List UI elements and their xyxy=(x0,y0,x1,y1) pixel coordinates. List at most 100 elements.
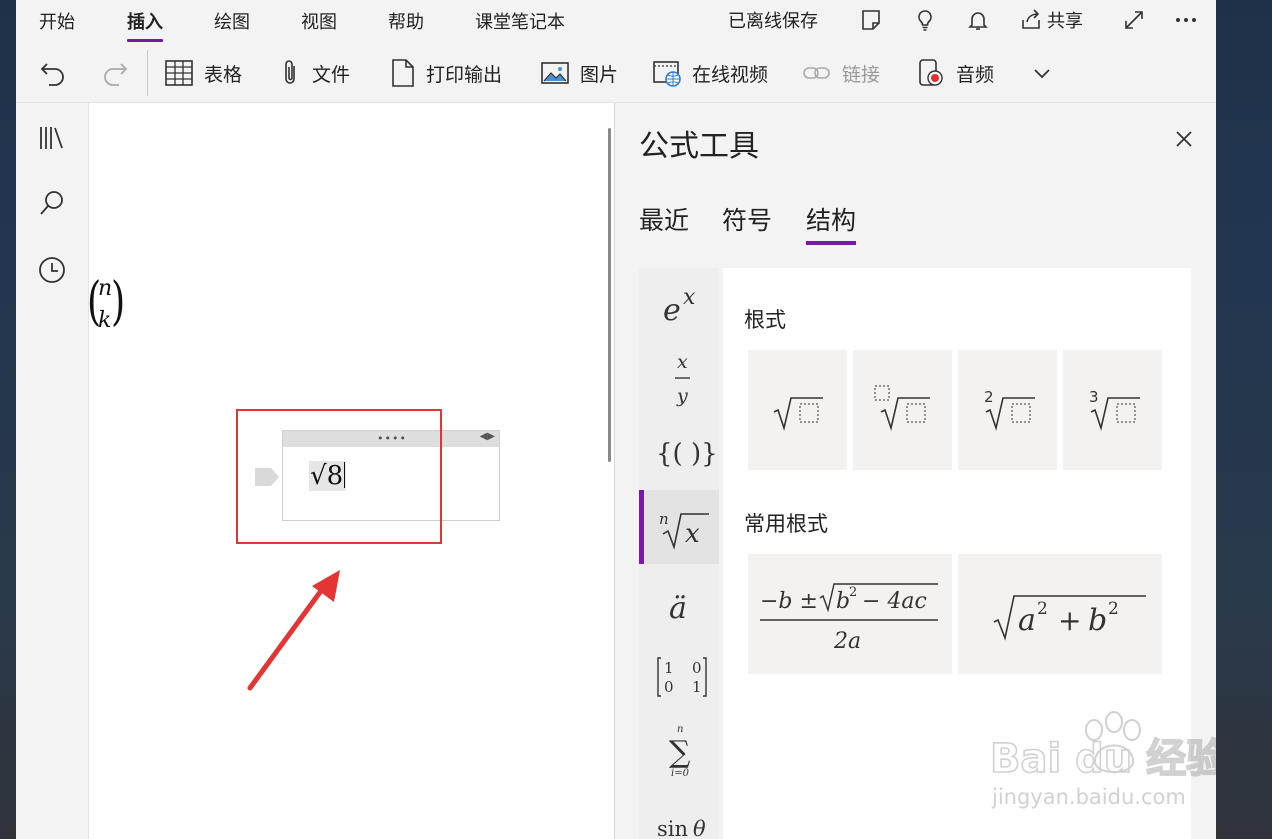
ribbon: 开始 插入 绘图 视图 帮助 课堂笔记本 已离线保存 共享 表格 文件 打印输出… xyxy=(16,0,1216,103)
matrix-icon: 1 0 0 1 xyxy=(657,657,707,697)
page-scrollbar[interactable] xyxy=(608,128,611,462)
radical-cube-root[interactable]: 3 xyxy=(1063,350,1162,470)
category-large-operators[interactable]: n ∑ i=0 xyxy=(639,712,719,786)
share-button[interactable]: 共享 xyxy=(1019,0,1083,40)
binom-bottom: k xyxy=(98,308,112,333)
radical-icon: n x xyxy=(659,510,709,550)
insert-printout-button[interactable]: 打印输出 xyxy=(390,50,502,96)
redo-icon xyxy=(104,63,128,86)
insert-picture-button[interactable]: 图片 xyxy=(540,50,618,96)
undo-icon xyxy=(40,63,64,86)
tab-view[interactable]: 视图 xyxy=(301,8,337,34)
tab-draw[interactable]: 绘图 xyxy=(214,8,250,34)
radical-with-degree[interactable] xyxy=(853,350,952,470)
insert-online-video-button[interactable]: 在线视频 xyxy=(652,50,768,96)
insert-link-button[interactable]: 链接 xyxy=(802,50,880,96)
onenote-window: 开始 插入 绘图 视图 帮助 课堂笔记本 已离线保存 共享 表格 文件 打印输出… xyxy=(16,0,1216,839)
category-accents[interactable]: ä xyxy=(639,564,719,638)
svg-text:−b ±: −b ± xyxy=(760,589,818,614)
radicals-section-title: 根式 xyxy=(744,308,786,332)
lightbulb-icon[interactable] xyxy=(913,0,937,40)
category-fractions[interactable]: x y xyxy=(639,342,719,416)
tab-insert[interactable]: 插入 xyxy=(127,8,163,42)
tab-class-notebook[interactable]: 课堂笔记本 xyxy=(475,8,565,34)
common-radicals-section-title: 常用根式 xyxy=(744,512,828,536)
exponent-icon: e x xyxy=(663,285,696,328)
resize-arrows-icon[interactable]: ◀▶ xyxy=(480,431,495,442)
audio-label: 音频 xyxy=(956,63,995,86)
baidu-watermark: Bai du 经验 jingyan.baidu.com xyxy=(989,711,1216,809)
notebooks-icon[interactable] xyxy=(37,123,67,153)
insert-table-button[interactable]: 表格 xyxy=(164,50,242,96)
more-tools-button[interactable] xyxy=(1030,50,1054,96)
record-audio-button[interactable]: 音频 xyxy=(916,50,994,96)
svg-text:n: n xyxy=(677,724,683,735)
brackets-icon: {( )} xyxy=(656,439,718,469)
svg-text:ä: ä xyxy=(669,591,687,626)
svg-text:1: 1 xyxy=(664,659,674,677)
svg-text:n: n xyxy=(659,510,669,528)
right-paren: ) xyxy=(111,272,126,332)
function-icon: sin θ xyxy=(657,817,706,839)
more-options-icon[interactable] xyxy=(1174,0,1198,40)
online-video-label: 在线视频 xyxy=(692,63,769,86)
svg-text:∑: ∑ xyxy=(669,735,691,770)
svg-text:3: 3 xyxy=(1089,388,1099,406)
summation-icon: n ∑ i=0 xyxy=(669,724,691,779)
table-icon xyxy=(165,60,193,86)
table-label: 表格 xyxy=(204,63,243,86)
svg-text:x: x xyxy=(683,285,696,310)
radical-square-root[interactable] xyxy=(748,350,847,470)
svg-text:b: b xyxy=(1088,603,1107,638)
category-brackets[interactable]: {( )} xyxy=(639,416,719,490)
category-radicals[interactable]: n x xyxy=(639,490,719,564)
audio-icon xyxy=(919,59,943,86)
link-label: 链接 xyxy=(842,63,881,86)
notes-icon[interactable] xyxy=(859,0,883,40)
accent-icon: ä xyxy=(669,591,687,626)
pythagorean-root-icon: a 2 + b 2 xyxy=(993,595,1146,641)
svg-text:0: 0 xyxy=(692,659,702,677)
svg-text:2: 2 xyxy=(1108,599,1119,619)
undo-button[interactable] xyxy=(38,50,68,96)
category-scripts[interactable]: e x xyxy=(639,268,719,342)
square-root-icon xyxy=(773,397,823,431)
tab-structures[interactable]: 结构 xyxy=(806,201,857,245)
category-functions[interactable]: sin θ xyxy=(639,786,719,839)
tab-help[interactable]: 帮助 xyxy=(388,8,424,34)
quadratic-formula[interactable]: −b ± b 2 − 4ac 2a xyxy=(748,554,952,674)
picture-label: 图片 xyxy=(580,63,619,86)
pane-title: 公式工具 xyxy=(639,129,759,164)
bell-icon[interactable] xyxy=(966,0,990,40)
svg-text:0: 0 xyxy=(664,678,674,696)
svg-text:b: b xyxy=(836,589,850,614)
svg-text:θ: θ xyxy=(693,817,706,839)
category-matrices[interactable]: 1 0 0 1 xyxy=(639,638,719,712)
svg-text:2: 2 xyxy=(984,388,994,406)
radical-square-root-degree-2[interactable]: 2 xyxy=(958,350,1057,470)
svg-text:e: e xyxy=(663,293,681,328)
tab-recent[interactable]: 最近 xyxy=(639,201,689,237)
redo-button[interactable] xyxy=(100,50,130,96)
close-icon[interactable] xyxy=(1174,129,1194,149)
expand-icon[interactable] xyxy=(1122,0,1146,40)
svg-text:y: y xyxy=(676,385,688,407)
svg-text:+: + xyxy=(1058,604,1081,637)
insert-file-button[interactable]: 文件 xyxy=(278,50,350,96)
document-icon xyxy=(392,59,414,87)
nth-root-icon xyxy=(874,385,930,431)
svg-text:− 4ac: − 4ac xyxy=(862,589,927,614)
tab-home[interactable]: 开始 xyxy=(39,8,75,34)
left-navigation xyxy=(16,103,89,839)
watermark-url: jingyan.baidu.com xyxy=(991,785,1186,809)
binom-top: n xyxy=(98,276,113,301)
svg-text:{( )}: {( )} xyxy=(656,439,718,469)
saved-offline-label: 已离线保存 xyxy=(728,11,818,32)
recent-clock-icon[interactable] xyxy=(37,255,67,285)
svg-text:a: a xyxy=(1018,603,1036,638)
pythagorean-root[interactable]: a 2 + b 2 xyxy=(958,554,1162,674)
chevron-down-icon xyxy=(1034,69,1050,79)
tab-symbols[interactable]: 符号 xyxy=(722,201,772,237)
svg-text:x: x xyxy=(685,519,700,549)
search-icon[interactable] xyxy=(37,188,67,218)
